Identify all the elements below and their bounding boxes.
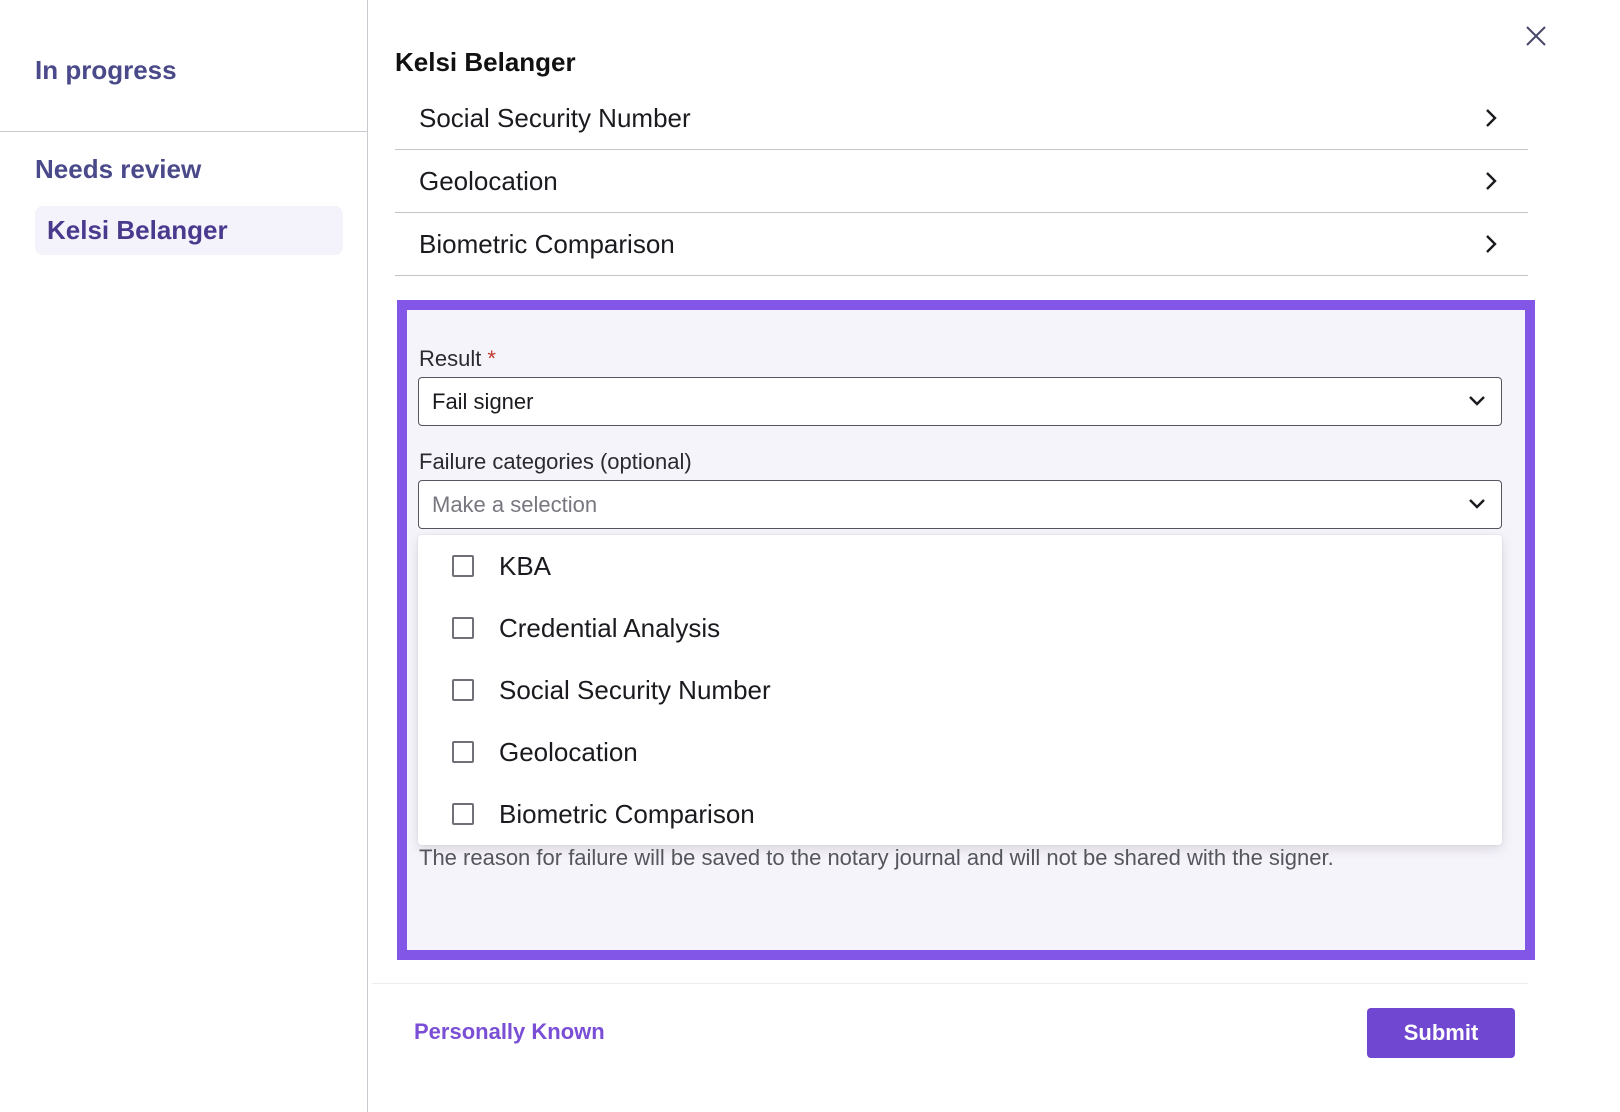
sidebar: In progress Needs review Kelsi Belanger <box>0 0 368 1112</box>
sidebar-item-kelsi-belanger[interactable]: Kelsi Belanger <box>35 206 343 255</box>
checkbox-icon[interactable] <box>452 741 474 763</box>
result-select[interactable]: Fail signer <box>418 377 1502 426</box>
option-label: Biometric Comparison <box>499 799 755 829</box>
option-label: KBA <box>499 551 552 581</box>
checkbox-icon[interactable] <box>452 679 474 701</box>
chevron-right-icon <box>1486 235 1497 253</box>
failure-help-text: The reason for failure will be saved to … <box>419 845 1334 870</box>
option-kba[interactable]: KBA <box>418 535 1502 597</box>
chevron-down-icon <box>1469 499 1485 509</box>
submit-button[interactable]: Submit <box>1367 1008 1515 1058</box>
check-row-social-security-number[interactable]: Social Security Number <box>395 87 1528 150</box>
failure-categories-select[interactable]: Make a selection <box>418 480 1502 529</box>
check-row-label: Social Security Number <box>419 103 691 133</box>
signer-name: Kelsi Belanger <box>395 47 576 77</box>
required-marker: * <box>487 346 496 371</box>
option-label: Credential Analysis <box>499 613 721 643</box>
option-label: Geolocation <box>499 737 638 767</box>
checkbox-icon[interactable] <box>452 803 474 825</box>
footer-divider <box>372 983 1528 984</box>
result-label-text: Result <box>419 346 482 371</box>
check-row-label: Geolocation <box>419 166 558 196</box>
option-geolocation[interactable]: Geolocation <box>418 721 1502 783</box>
sidebar-divider <box>0 131 368 132</box>
check-row-geolocation[interactable]: Geolocation <box>395 150 1528 213</box>
sidebar-heading-needs-review: Needs review <box>35 154 202 184</box>
chevron-right-icon <box>1486 172 1497 190</box>
failure-categories-dropdown: KBA Credential Analysis Social Security … <box>418 535 1502 845</box>
check-row-label: Biometric Comparison <box>419 229 675 259</box>
option-credential-analysis[interactable]: Credential Analysis <box>418 597 1502 659</box>
close-icon <box>1526 26 1546 46</box>
personally-known-link[interactable]: Personally Known <box>414 1019 605 1045</box>
checkbox-icon[interactable] <box>452 617 474 639</box>
option-biometric-comparison[interactable]: Biometric Comparison <box>418 783 1502 845</box>
app-window: In progress Needs review Kelsi Belanger … <box>0 0 1620 1112</box>
failure-categories-label: Failure categories (optional) <box>419 449 692 474</box>
sidebar-heading-in-progress: In progress <box>35 55 177 85</box>
result-label: Result * <box>419 346 496 372</box>
option-label: Social Security Number <box>499 675 771 705</box>
failure-categories-placeholder: Make a selection <box>432 492 598 517</box>
close-button[interactable] <box>1522 22 1550 50</box>
check-row-biometric-comparison[interactable]: Biometric Comparison <box>395 213 1528 276</box>
result-select-value: Fail signer <box>432 389 534 414</box>
chevron-right-icon <box>1486 109 1497 127</box>
checkbox-icon[interactable] <box>452 555 474 577</box>
chevron-down-icon <box>1469 396 1485 406</box>
option-social-security-number[interactable]: Social Security Number <box>418 659 1502 721</box>
